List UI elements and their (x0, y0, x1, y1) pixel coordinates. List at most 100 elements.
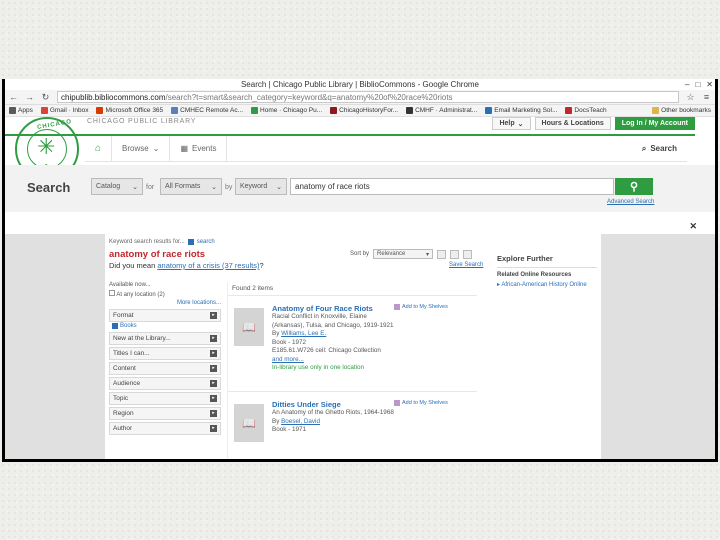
result-title[interactable]: Anatomy of Four Race Riots (272, 304, 400, 313)
result-availability[interactable]: In-library use only in one location (272, 364, 400, 373)
result-item: 📖 Ditties Under Siege An Anatomy of the … (228, 391, 477, 459)
window-title-bar: Search | Chicago Public Library | Biblio… (5, 79, 715, 90)
result-subtitle: Racial Conflict in Knoxville, Elaine (Ar… (272, 313, 394, 329)
result-author[interactable]: Williams, Lee E. (281, 330, 326, 337)
grid-view-icon[interactable] (450, 249, 460, 259)
format-books-option[interactable]: Books (109, 323, 221, 329)
bookmark-item[interactable]: Apps (9, 107, 33, 114)
search-icon: ⚲ (629, 181, 639, 193)
chevron-down-icon: ▾ (426, 251, 430, 258)
bookmark-item[interactable]: CMHF · Administrat... (406, 107, 477, 114)
bookmarks-bar: Apps Gmail · Inbox Microsoft Office 365 CMH… (5, 105, 715, 117)
bookmark-label: Email Marketing Sol... (494, 107, 558, 114)
book-cover-icon[interactable]: 📖 (234, 404, 264, 442)
print-icon[interactable] (463, 249, 473, 259)
facet-label: Titles I can... (113, 350, 150, 357)
result-title[interactable]: Ditties Under Siege (272, 400, 400, 409)
result-body: Ditties Under Siege An Anatomy of the Gh… (272, 400, 400, 435)
explore-further: Explore Further Related Online Resources… (497, 254, 597, 289)
facet-toggle[interactable]: New at the Library... ▸ (109, 332, 221, 345)
reload-icon[interactable]: ↻ (41, 92, 50, 103)
bookmark-item[interactable]: DocsTeach (565, 107, 607, 114)
result-more-link[interactable]: and more... (272, 356, 400, 365)
expand-icon: ▸ (210, 350, 217, 357)
any-location-option[interactable]: At any location (2) (109, 290, 221, 298)
forward-icon[interactable]: → (25, 92, 34, 102)
sort-controls: Sort by Relevance ▾ (350, 249, 473, 259)
close-icon[interactable]: ✕ (706, 79, 713, 90)
facet-toggle[interactable]: Titles I can... ▸ (109, 347, 221, 360)
checkbox[interactable] (112, 323, 118, 329)
advanced-search-link[interactable]: Advanced Search (607, 199, 654, 205)
add-to-shelves-button[interactable]: Add to My Shelves (394, 400, 448, 406)
facet-label: Author (113, 425, 133, 432)
bookmark-item[interactable]: CMHEC Remote Ac... (171, 107, 243, 114)
bookmark-icon (652, 107, 660, 114)
catalog-select-value: Catalog (96, 183, 121, 190)
expand-icon: ▸ (210, 365, 217, 372)
bookmark-icon (40, 107, 48, 114)
any-location-count: (2) (157, 292, 165, 298)
search-link[interactable]: search (197, 239, 215, 245)
resources-heading: Related Online Resources (497, 272, 572, 278)
facet-toggle[interactable]: Region ▸ (109, 407, 221, 420)
search-input[interactable]: anatomy of race riots (290, 178, 614, 195)
facet-toggle[interactable]: Topic ▸ (109, 392, 221, 405)
nav-home[interactable]: ⌂ (85, 136, 113, 161)
window-title: Search | Chicago Public Library | Biblio… (240, 80, 480, 89)
maximize-icon[interactable]: □ (695, 79, 700, 90)
facet-toggle[interactable]: Content ▸ (109, 362, 221, 375)
back-icon[interactable]: ← (9, 92, 18, 102)
expand-icon: ▸ (210, 425, 217, 432)
search-submit-button[interactable]: ⚲ (615, 178, 653, 195)
checkbox[interactable] (109, 290, 115, 296)
result-author[interactable]: Boesel, David (281, 418, 320, 425)
bookmark-item[interactable]: Gmail · Inbox (40, 107, 88, 114)
facet-toggle[interactable]: Audience ▸ (109, 377, 221, 390)
facet-toggle[interactable]: Author ▸ (109, 422, 221, 435)
facet-list: Format ▸ Books New at the Library... ▸ Titles… (109, 309, 221, 435)
logo-star-icon: ✳ (37, 134, 56, 159)
add-to-shelves-button[interactable]: Add to My Shelves (394, 304, 448, 310)
content-area: Keyword search results for... search ana… (5, 234, 715, 459)
site-header: CHICAGO ✳ PUBLIC LIBRARY CHICAGO PUBLIC … (5, 117, 715, 231)
did-you-mean-prefix: Did you mean (109, 261, 156, 270)
browser-frame: Search | Chicago Public Library | Biblio… (2, 79, 718, 462)
bookmark-icon (171, 107, 179, 114)
login-button[interactable]: Log In / My Account (614, 117, 695, 130)
field-select[interactable]: Keyword ⌄ (235, 178, 287, 195)
sort-select[interactable]: Relevance ▾ (373, 249, 434, 259)
bookmark-star-icon[interactable]: ☆ (686, 92, 695, 103)
available-now-label: Available now... (109, 282, 151, 288)
bookmark-item[interactable]: Home · Chicago Pu... (251, 107, 322, 114)
add-to-shelves-label: Add to My Shelves (402, 400, 448, 406)
nav-events[interactable]: ▦ Events (170, 136, 228, 161)
list-view-icon[interactable] (437, 249, 447, 259)
hours-locations-button[interactable]: Hours & Locations (534, 117, 611, 130)
expand-icon: ▸ (210, 380, 217, 387)
facet-label: Topic (113, 395, 129, 402)
facet-toggle[interactable]: Format ▸ (109, 309, 221, 322)
bookmark-item[interactable]: Other bookmarks (652, 107, 711, 114)
url-input[interactable]: chipublib.bibliocommons.com/search?t=sma… (57, 91, 679, 103)
save-search-link[interactable]: Save Search (449, 262, 483, 268)
catalog-select[interactable]: Catalog ⌄ (91, 178, 143, 195)
format-select[interactable]: All Formats ⌄ (160, 178, 222, 195)
bookmark-icon (565, 107, 573, 114)
bookmark-item[interactable]: Microsoft Office 365 (96, 107, 163, 114)
bookmark-item[interactable]: ChicagoHistoryFor... (330, 107, 398, 114)
nav-search[interactable]: ⌕ Search (632, 136, 687, 161)
help-button[interactable]: Help ⌄ (492, 117, 531, 130)
nav-browse[interactable]: Browse ⌄ (112, 136, 171, 161)
did-you-mean-link[interactable]: anatomy of a crisis (37 results) (157, 261, 259, 270)
resource-link[interactable]: ▸ African-American History Online (497, 281, 597, 289)
facet-label: New at the Library... (113, 335, 171, 342)
book-cover-icon[interactable]: 📖 (234, 308, 264, 346)
search-bar: Search Catalog ⌄ for All Formats ⌄ by Keyw… (5, 165, 715, 212)
menu-icon[interactable]: ≡ (702, 92, 711, 102)
close-icon[interactable]: ✕ (689, 221, 697, 232)
bookmark-item[interactable]: Email Marketing Sol... (485, 107, 557, 114)
more-locations-link[interactable]: More locations... (109, 300, 221, 306)
minimize-icon[interactable]: – (685, 79, 689, 90)
result-subtitle: An Anatomy of the Ghetto Riots, 1964-196… (272, 409, 394, 416)
